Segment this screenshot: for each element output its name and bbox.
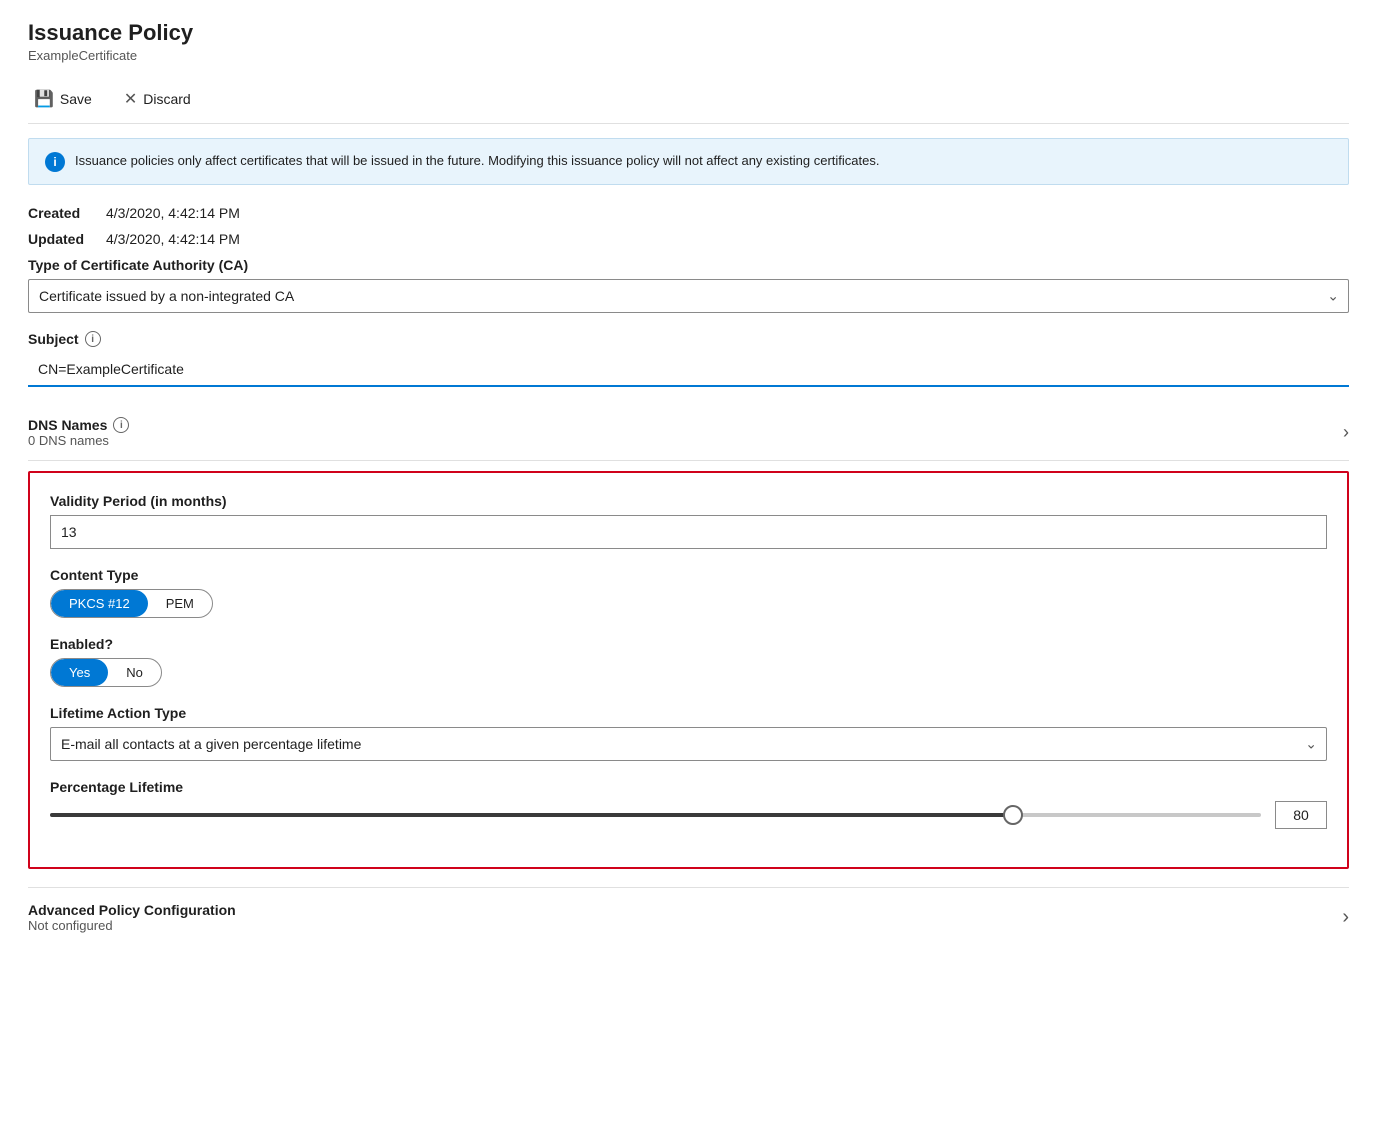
subject-input[interactable] bbox=[28, 353, 1349, 387]
ca-type-select[interactable]: Certificate issued by a non-integrated C… bbox=[28, 279, 1349, 313]
info-banner: i Issuance policies only affect certific… bbox=[28, 138, 1349, 185]
lifetime-action-label: Lifetime Action Type bbox=[50, 705, 1327, 721]
info-icon: i bbox=[45, 152, 65, 172]
content-type-toggle: PKCS #12 PEM bbox=[50, 589, 213, 618]
validity-group: Validity Period (in months) bbox=[50, 493, 1327, 549]
toolbar: 💾 Save ✕ Discard bbox=[28, 75, 1349, 124]
percentage-lifetime-label: Percentage Lifetime bbox=[50, 779, 1327, 795]
pkcs12-toggle-option[interactable]: PKCS #12 bbox=[51, 590, 148, 617]
subject-info-icon[interactable]: i bbox=[85, 331, 101, 347]
pem-toggle-option[interactable]: PEM bbox=[148, 590, 212, 617]
yes-toggle-option[interactable]: Yes bbox=[51, 659, 108, 686]
save-icon: 💾 bbox=[34, 89, 54, 109]
ca-type-group: Type of Certificate Authority (CA) Certi… bbox=[28, 257, 1349, 313]
advanced-chevron-right-icon: › bbox=[1342, 906, 1349, 929]
discard-icon: ✕ bbox=[124, 89, 137, 109]
lifetime-action-select-wrapper: E-mail all contacts at a given percentag… bbox=[50, 727, 1327, 761]
slider-value-box: 80 bbox=[1275, 801, 1327, 829]
page-title: Issuance Policy bbox=[28, 20, 1349, 46]
slider-row: 80 bbox=[50, 801, 1327, 829]
lifetime-action-select[interactable]: E-mail all contacts at a given percentag… bbox=[50, 727, 1327, 761]
updated-label: Updated bbox=[28, 231, 98, 247]
subject-group: Subject i bbox=[28, 331, 1349, 387]
enabled-group: Enabled? Yes No bbox=[50, 636, 1327, 687]
updated-row: Updated 4/3/2020, 4:42:14 PM bbox=[28, 231, 1349, 247]
percentage-slider[interactable] bbox=[50, 813, 1261, 817]
page-subtitle: ExampleCertificate bbox=[28, 48, 1349, 63]
advanced-label: Advanced Policy Configuration bbox=[28, 902, 236, 918]
save-button[interactable]: 💾 Save bbox=[28, 85, 98, 113]
created-row: Created 4/3/2020, 4:42:14 PM bbox=[28, 205, 1349, 221]
content-type-label: Content Type bbox=[50, 567, 1327, 583]
dns-row[interactable]: DNS Names i 0 DNS names › bbox=[28, 405, 1349, 461]
validity-input[interactable] bbox=[50, 515, 1327, 549]
dns-label: DNS Names i bbox=[28, 417, 129, 433]
validity-label: Validity Period (in months) bbox=[50, 493, 1327, 509]
save-label: Save bbox=[60, 91, 92, 107]
updated-value: 4/3/2020, 4:42:14 PM bbox=[106, 231, 240, 247]
advanced-value: Not configured bbox=[28, 918, 236, 933]
ca-type-select-wrapper: Certificate issued by a non-integrated C… bbox=[28, 279, 1349, 313]
highlighted-section: Validity Period (in months) Content Type… bbox=[28, 471, 1349, 869]
content-type-group: Content Type PKCS #12 PEM bbox=[50, 567, 1327, 618]
info-banner-text: Issuance policies only affect certificat… bbox=[75, 151, 879, 171]
created-value: 4/3/2020, 4:42:14 PM bbox=[106, 205, 240, 221]
percentage-lifetime-group: Percentage Lifetime 80 bbox=[50, 779, 1327, 829]
advanced-policy-row[interactable]: Advanced Policy Configuration Not config… bbox=[28, 887, 1349, 947]
discard-label: Discard bbox=[143, 91, 190, 107]
ca-type-label: Type of Certificate Authority (CA) bbox=[28, 257, 1349, 273]
discard-button[interactable]: ✕ Discard bbox=[118, 85, 197, 113]
lifetime-action-group: Lifetime Action Type E-mail all contacts… bbox=[50, 705, 1327, 761]
enabled-toggle: Yes No bbox=[50, 658, 162, 687]
page-title-section: Issuance Policy ExampleCertificate bbox=[28, 20, 1349, 63]
created-label: Created bbox=[28, 205, 98, 221]
enabled-label: Enabled? bbox=[50, 636, 1327, 652]
subject-label: Subject i bbox=[28, 331, 1349, 347]
dns-chevron-right-icon: › bbox=[1343, 422, 1349, 443]
advanced-left: Advanced Policy Configuration Not config… bbox=[28, 902, 236, 933]
dns-info-icon[interactable]: i bbox=[113, 417, 129, 433]
dns-left: DNS Names i 0 DNS names bbox=[28, 417, 129, 448]
no-toggle-option[interactable]: No bbox=[108, 659, 161, 686]
dns-count: 0 DNS names bbox=[28, 433, 129, 448]
